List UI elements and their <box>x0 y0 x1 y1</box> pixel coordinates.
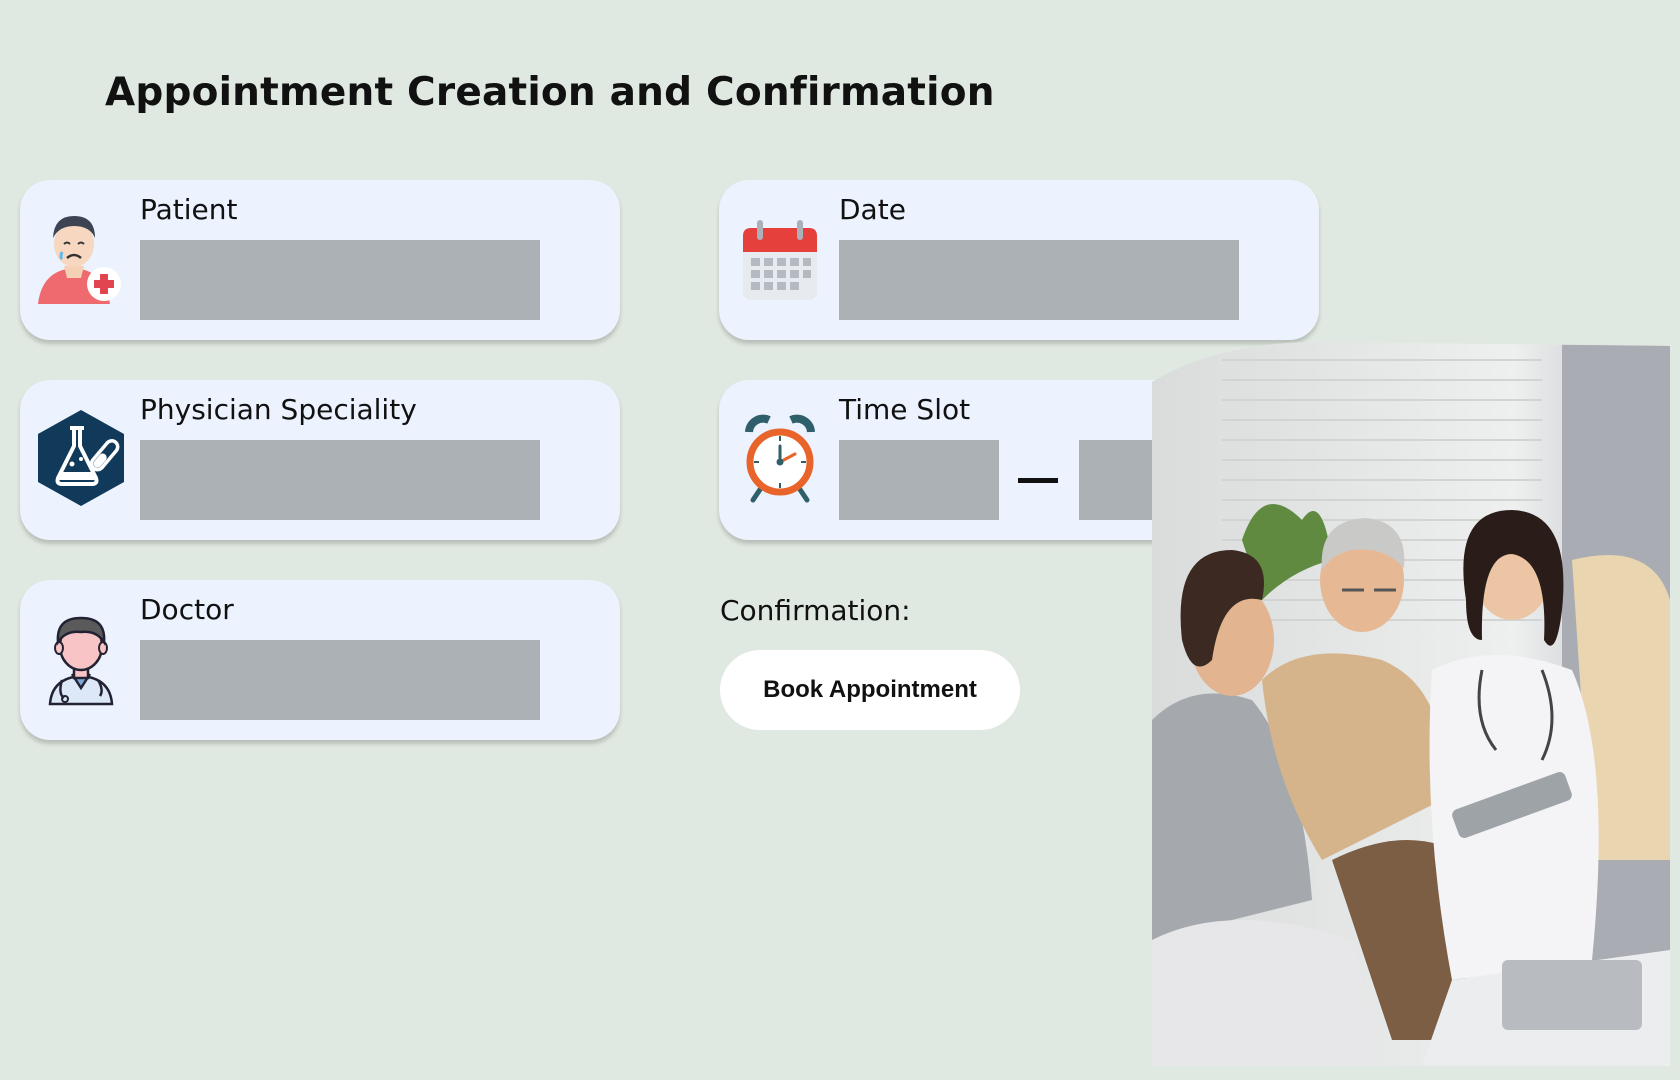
time-slot-start-input[interactable] <box>839 440 999 520</box>
patient-label: Patient <box>140 193 238 226</box>
doctor-card: Doctor <box>20 580 620 740</box>
patient-input[interactable] <box>140 240 540 320</box>
doctor-label: Doctor <box>140 593 234 626</box>
alarm-clock-icon <box>745 414 815 503</box>
lab-flask-icon <box>38 410 124 506</box>
book-appointment-button[interactable]: Book Appointment <box>720 650 1020 730</box>
confirmation-label: Confirmation: <box>720 594 911 627</box>
specialty-input[interactable] <box>140 440 540 520</box>
calendar-icon <box>743 220 817 300</box>
doctor-input[interactable] <box>140 640 540 720</box>
specialty-label: Physician Speciality <box>140 393 417 426</box>
doctor-consultation-photo <box>1152 342 1670 1066</box>
time-slot-label: Time Slot <box>839 393 971 426</box>
specialty-card: Physician Speciality <box>20 380 620 540</box>
doctor-avatar-icon <box>48 616 114 706</box>
date-label: Date <box>839 193 906 226</box>
sick-patient-icon <box>38 216 121 304</box>
page-title: Appointment Creation and Confirmation <box>105 70 995 115</box>
date-input[interactable] <box>839 240 1239 320</box>
date-card: Date <box>719 180 1319 340</box>
appointment-page: Appointment Creation and Confirmation Pa… <box>0 0 1680 1080</box>
time-range-dash <box>1018 478 1058 483</box>
patient-card: Patient <box>20 180 620 340</box>
